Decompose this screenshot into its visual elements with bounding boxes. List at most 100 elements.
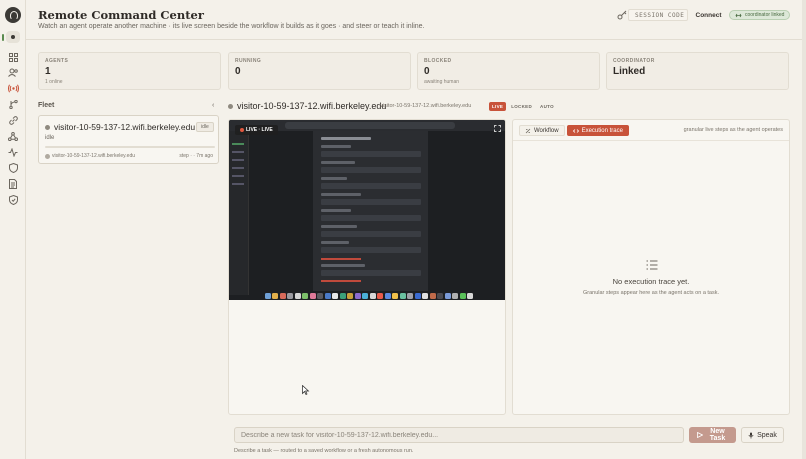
dock-app-icon xyxy=(377,292,384,299)
task-input[interactable] xyxy=(234,427,684,443)
document-icon[interactable] xyxy=(6,178,20,190)
home-icon[interactable] xyxy=(2,31,20,43)
agent-status-dot xyxy=(45,125,50,130)
dock-app-icon xyxy=(399,292,406,299)
remote-dock xyxy=(241,292,497,299)
link-icon[interactable] xyxy=(6,114,20,126)
dock-app-icon xyxy=(294,292,301,299)
remote-form-label xyxy=(321,177,347,180)
shield-icon[interactable] xyxy=(6,162,20,174)
remote-form-label xyxy=(321,264,365,267)
activity-icon[interactable] xyxy=(6,146,20,158)
dock-app-icon xyxy=(317,292,324,299)
tab-execution-trace[interactable]: Execution trace xyxy=(566,125,629,136)
stat-card-coordinator: COORDINATOR Linked xyxy=(606,52,789,90)
tab-execution-trace-label: Execution trace xyxy=(581,127,623,134)
dock-app-icon xyxy=(272,292,279,299)
tab-workflow-label: Workflow xyxy=(534,127,559,134)
tab-workflow[interactable]: Workflow xyxy=(519,125,565,136)
remote-form-heading xyxy=(321,137,371,140)
branch-icon[interactable] xyxy=(6,98,20,110)
remote-form-label xyxy=(321,145,351,148)
network-icon[interactable] xyxy=(6,130,20,142)
stat-label: AGENTS xyxy=(45,58,69,64)
dock-app-icon xyxy=(452,292,459,299)
focus-status-dot xyxy=(228,104,233,109)
session-code-input[interactable]: SESSION CODE xyxy=(628,9,688,21)
remote-form-document xyxy=(313,131,428,291)
workflow-icon xyxy=(525,128,531,133)
remote-sidebar-item xyxy=(232,175,244,177)
trace-tabs: Workflow Execution trace xyxy=(519,125,629,136)
focused-agent-host: visitor-10-59-137-12.wifi.berkeley.edu xyxy=(380,103,472,109)
users-icon[interactable] xyxy=(6,66,20,78)
remote-form-field xyxy=(321,167,421,173)
remote-sidebar-item xyxy=(232,151,244,153)
dock-app-icon xyxy=(287,292,294,299)
lock-icon[interactable] xyxy=(6,194,20,206)
dock-app-icon xyxy=(444,292,451,299)
dock-app-icon xyxy=(309,292,316,299)
coordinator-status-badge: coordinator linked xyxy=(729,10,791,20)
dock-app-icon xyxy=(384,292,391,299)
stat-label: RUNNING xyxy=(235,58,262,64)
dock-app-icon xyxy=(347,292,354,299)
speak-button[interactable]: Speak xyxy=(741,427,784,443)
stat-sub: 1 online xyxy=(45,79,63,85)
remote-sidebar-item xyxy=(232,183,244,185)
dock-app-icon xyxy=(467,292,474,299)
remote-sidebar-item xyxy=(232,143,244,145)
live-indicator: LIVE · LIVE xyxy=(235,125,278,135)
remote-screen-view[interactable]: LIVE · LIVE xyxy=(229,120,505,300)
remote-form-field xyxy=(321,183,421,189)
mode-locked-button[interactable]: LOCKED xyxy=(508,102,535,111)
mode-auto-button[interactable]: AUTO xyxy=(537,102,557,111)
microphone-icon xyxy=(748,432,754,438)
agent-progress-bar xyxy=(45,146,215,148)
page-subtitle: Watch an agent operate another machine ·… xyxy=(38,23,425,30)
focused-agent-name: visitor-10-59-137-12.wifi.berkeley.edu xyxy=(237,101,387,111)
expand-icon[interactable] xyxy=(494,125,501,132)
new-task-button[interactable]: New Task xyxy=(689,427,736,443)
speak-label: Speak xyxy=(757,431,777,439)
dock-app-icon xyxy=(279,292,286,299)
connect-button[interactable]: Connect xyxy=(691,9,726,21)
agent-status-badge: idle xyxy=(196,122,214,132)
dock-app-icon xyxy=(414,292,421,299)
remote-form-error xyxy=(321,258,361,260)
mode-toggle-group: LIVE LOCKED AUTO xyxy=(489,102,557,111)
agent-name: visitor-10-59-137-12.wifi.berkeley.edu xyxy=(54,122,196,132)
agent-host: visitor-10-59-137-12.wifi.berkeley.edu xyxy=(52,153,136,159)
mode-live-button[interactable]: LIVE xyxy=(489,102,507,111)
stat-value: 0 xyxy=(235,66,241,77)
send-icon xyxy=(696,432,703,438)
grid-icon[interactable] xyxy=(6,51,20,63)
dock-app-icon xyxy=(422,292,429,299)
remote-form-field xyxy=(321,151,421,157)
app-logo[interactable] xyxy=(5,7,21,23)
remote-form-field xyxy=(321,215,421,221)
remote-form-label xyxy=(321,161,355,164)
remote-url-bar xyxy=(285,122,455,129)
fleet-heading: Fleet xyxy=(38,102,55,109)
remote-form-field xyxy=(321,247,421,253)
remote-sidebar-item xyxy=(232,159,244,161)
stat-label: BLOCKED xyxy=(424,58,452,64)
key-icon xyxy=(617,10,627,20)
divider xyxy=(513,140,789,141)
agent-card[interactable]: visitor-10-59-137-12.wifi.berkeley.edu i… xyxy=(38,115,219,164)
dock-app-icon xyxy=(354,292,361,299)
remote-form-error xyxy=(321,280,361,282)
broadcast-icon[interactable] xyxy=(6,82,20,94)
list-icon xyxy=(646,260,658,270)
collapse-fleet-button[interactable]: ‹ xyxy=(212,102,214,109)
dock-app-icon xyxy=(362,292,369,299)
page-scrollbar[interactable] xyxy=(802,0,806,459)
stat-label: COORDINATOR xyxy=(613,58,655,64)
stat-value: 1 xyxy=(45,66,51,77)
stat-value: Linked xyxy=(613,66,646,77)
remote-sidebar-item xyxy=(232,167,244,169)
dock-app-icon xyxy=(459,292,466,299)
dock-app-icon xyxy=(429,292,436,299)
agent-last-step: step · · 7m ago xyxy=(179,153,213,159)
